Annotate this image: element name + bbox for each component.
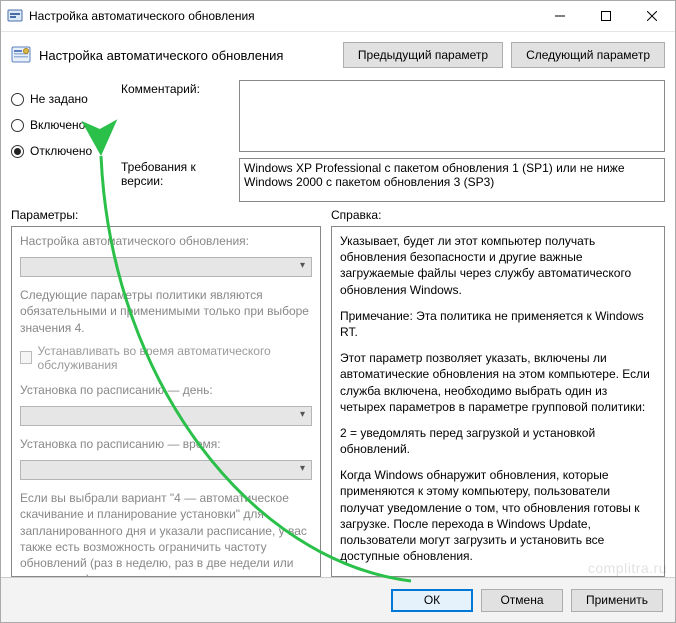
sched-day-label: Установка по расписанию — день: — [20, 382, 312, 398]
config-update-label: Настройка автоматического обновления: — [20, 233, 312, 249]
cancel-button[interactable]: Отмена — [481, 589, 563, 612]
radio-not-configured[interactable]: Не задано — [11, 86, 111, 112]
checkbox-icon — [20, 351, 32, 364]
help-paragraph: 2 = уведомлять перед загрузкой и установ… — [340, 425, 656, 457]
parameters-column: Параметры: Настройка автоматического обн… — [11, 208, 321, 577]
parameters-scrollbox[interactable]: Настройка автоматического обновления: Сл… — [11, 226, 321, 577]
window-controls — [537, 1, 675, 31]
minimize-button[interactable] — [537, 1, 583, 31]
help-title: Справка: — [331, 208, 665, 222]
header-title: Настройка автоматического обновления — [39, 48, 283, 63]
requirements-label: Требования к версии: — [121, 158, 231, 202]
next-setting-button[interactable]: Следующий параметр — [511, 42, 665, 68]
sched-day-dropdown[interactable] — [20, 406, 312, 426]
close-button[interactable] — [629, 1, 675, 31]
policy-note: Следующие параметры политики являются об… — [20, 287, 312, 336]
app-icon — [7, 8, 23, 24]
policy-icon — [11, 45, 31, 65]
help-paragraph: Указывает, будет ли этот компьютер получ… — [340, 233, 656, 298]
window-title: Настройка автоматического обновления — [29, 9, 255, 23]
radio-circle-icon — [11, 119, 24, 132]
titlebar: Настройка автоматического обновления — [1, 1, 675, 32]
ok-button[interactable]: ОК — [391, 589, 473, 612]
radio-disabled[interactable]: Отключено — [11, 138, 111, 164]
sched-explain: Если вы выбрали вариант "4 — автоматичес… — [20, 490, 312, 577]
config-update-dropdown[interactable] — [20, 257, 312, 277]
maximize-button[interactable] — [583, 1, 629, 31]
comment-textarea[interactable] — [239, 80, 665, 152]
header-bar: Настройка автоматического обновления Пре… — [1, 32, 675, 76]
help-paragraph: Этот параметр позволяет указать, включен… — [340, 350, 656, 415]
apply-button[interactable]: Применить — [571, 589, 663, 612]
policy-editor-window: Настройка автоматического обновления Н — [0, 0, 676, 623]
upper-region: Не задано Включено Отключено Комментарий… — [1, 76, 675, 202]
radio-enabled[interactable]: Включено — [11, 112, 111, 138]
help-paragraph: Когда Windows обнаружит обновления, кото… — [340, 467, 656, 564]
state-radio-group: Не задано Включено Отключено — [11, 80, 111, 202]
radio-circle-icon — [11, 145, 24, 158]
help-column: Справка: Указывает, будет ли этот компью… — [331, 208, 665, 577]
radio-label: Отключено — [30, 144, 92, 158]
checkbox-label: Устанавливать во время автоматического о… — [38, 344, 312, 372]
radio-label: Не задано — [30, 92, 88, 106]
maintenance-checkbox-row[interactable]: Устанавливать во время автоматического о… — [20, 344, 312, 372]
sched-time-label: Установка по расписанию — время: — [20, 436, 312, 452]
radio-label: Включено — [30, 118, 85, 132]
dialog-footer: ОК Отмена Применить — [1, 577, 675, 622]
lower-region: Параметры: Настройка автоматического обн… — [1, 202, 675, 577]
sched-time-dropdown[interactable] — [20, 460, 312, 480]
requirements-box: Windows XP Professional с пакетом обновл… — [239, 158, 665, 202]
radio-circle-icon — [11, 93, 24, 106]
comment-label: Комментарий: — [121, 80, 231, 152]
help-paragraph: Примечание: Эта политика не применяется … — [340, 308, 656, 340]
previous-setting-button[interactable]: Предыдущий параметр — [343, 42, 503, 68]
parameters-title: Параметры: — [11, 208, 321, 222]
help-scrollbox[interactable]: Указывает, будет ли этот компьютер получ… — [331, 226, 665, 577]
